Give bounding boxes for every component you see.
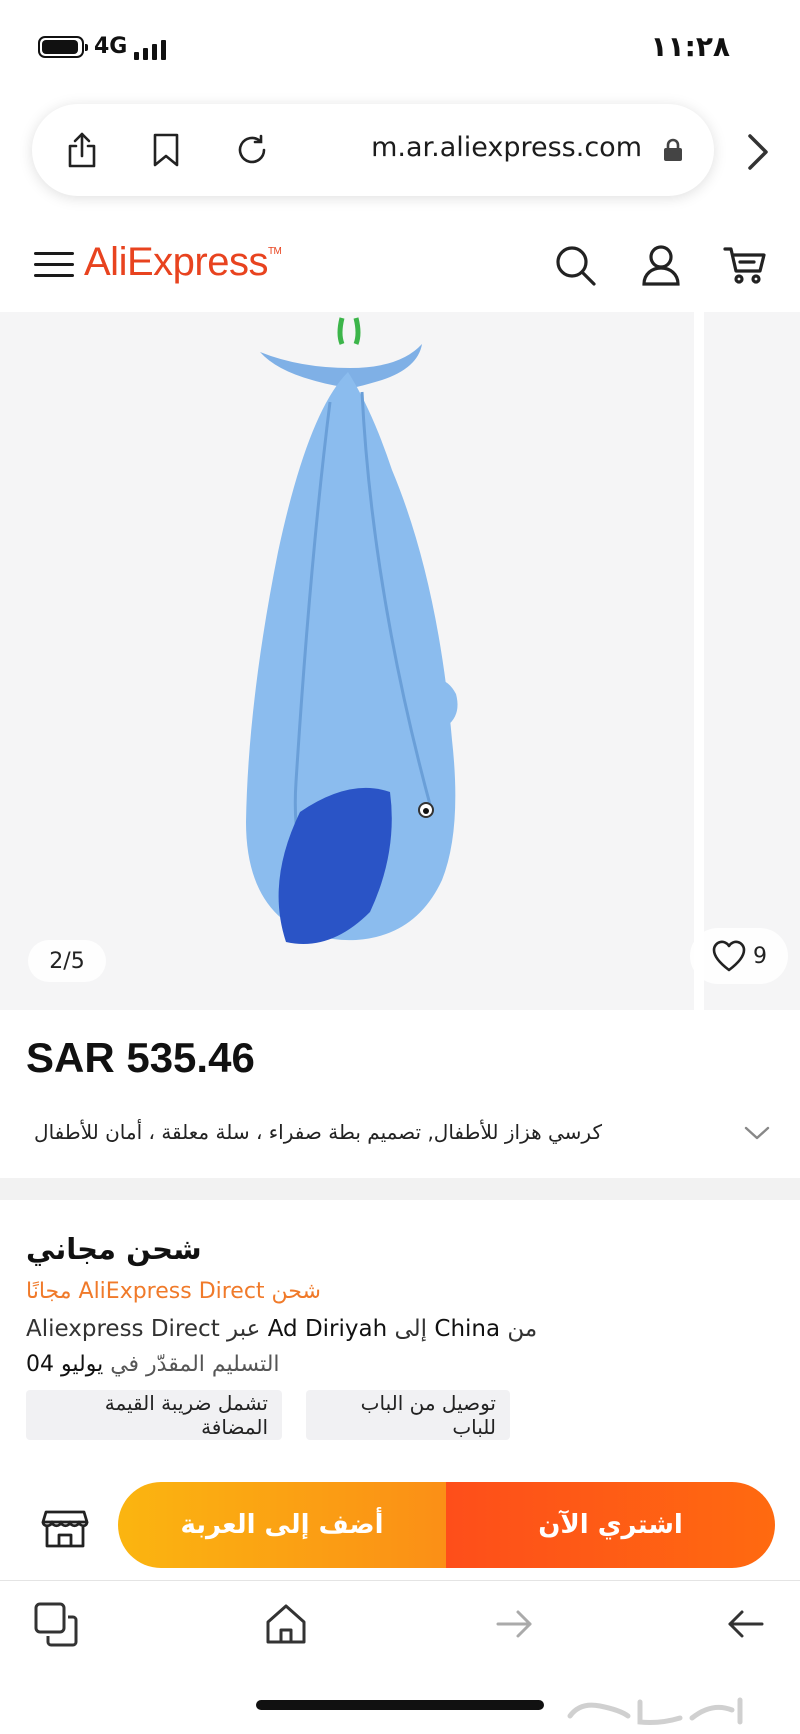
gallery-divider xyxy=(694,312,704,1010)
chevron-down-icon[interactable] xyxy=(742,1122,772,1144)
chevron-right-icon[interactable] xyxy=(742,130,772,174)
bookmark-icon[interactable] xyxy=(144,128,188,172)
product-price: SAR 535.46 xyxy=(26,1034,255,1081)
product-gallery[interactable]: 2/5 9 xyxy=(0,312,800,1010)
site-header: AliExpressTM xyxy=(0,222,800,308)
reload-icon[interactable] xyxy=(230,128,274,172)
vat-chip: تشمل ضريبة القيمة المضافة xyxy=(26,1390,282,1440)
home-indicator xyxy=(256,1700,544,1710)
account-icon[interactable] xyxy=(638,242,684,288)
cart-icon[interactable] xyxy=(722,242,768,288)
search-icon[interactable] xyxy=(552,242,598,288)
url-text[interactable]: m.ar.aliexpress.com xyxy=(371,132,642,163)
add-to-cart-button[interactable]: أضف إلى العربة xyxy=(118,1482,446,1568)
wishlist-count: 9 xyxy=(753,943,767,969)
tabs-icon[interactable] xyxy=(32,1600,80,1648)
aliexpress-logo[interactable]: AliExpressTM xyxy=(84,240,282,285)
shipping-direct[interactable]: شحن AliExpress Direct مجانًا xyxy=(26,1279,321,1304)
network-type: 4G xyxy=(94,34,128,59)
lock-icon xyxy=(662,138,684,162)
wishlist-button[interactable]: 9 xyxy=(690,928,788,984)
shipping-route: من China إلى Ad Diriyah عبر Aliexpress D… xyxy=(26,1316,538,1342)
section-separator xyxy=(0,1178,800,1200)
purchase-buttons: أضف إلى العربة اشتري الآن xyxy=(118,1482,775,1568)
bottom-divider xyxy=(0,1580,800,1581)
whale-swing-chair-image xyxy=(246,317,458,944)
delivery-estimate: التسليم المقدّر في يوليو 04 xyxy=(26,1352,280,1377)
menu-icon[interactable] xyxy=(34,248,74,282)
watermark-logo xyxy=(560,1690,770,1730)
store-icon[interactable] xyxy=(40,1502,90,1552)
product-title: كرسي هزاز للأطفال, تصميم بطة صفراء ، سلة… xyxy=(34,1120,602,1144)
forward-arrow-icon[interactable] xyxy=(490,1600,538,1648)
home-icon[interactable] xyxy=(262,1600,310,1648)
url-bar[interactable]: m.ar.aliexpress.com xyxy=(32,104,714,196)
signal-icon xyxy=(134,38,174,60)
share-icon[interactable] xyxy=(60,128,104,172)
status-time: ١١:٢٨ xyxy=(650,30,730,63)
next-product-image[interactable] xyxy=(704,312,800,1010)
product-image[interactable]: 2/5 xyxy=(0,312,694,1010)
back-arrow-icon[interactable] xyxy=(722,1600,770,1648)
shipping-title: شحن مجاني xyxy=(26,1232,202,1266)
heart-icon xyxy=(712,940,746,972)
buy-now-button[interactable]: اشتري الآن xyxy=(446,1482,775,1568)
image-counter: 2/5 xyxy=(28,940,106,982)
door-delivery-chip: توصيل من الباب للباب xyxy=(306,1390,510,1440)
battery-icon xyxy=(38,36,88,58)
